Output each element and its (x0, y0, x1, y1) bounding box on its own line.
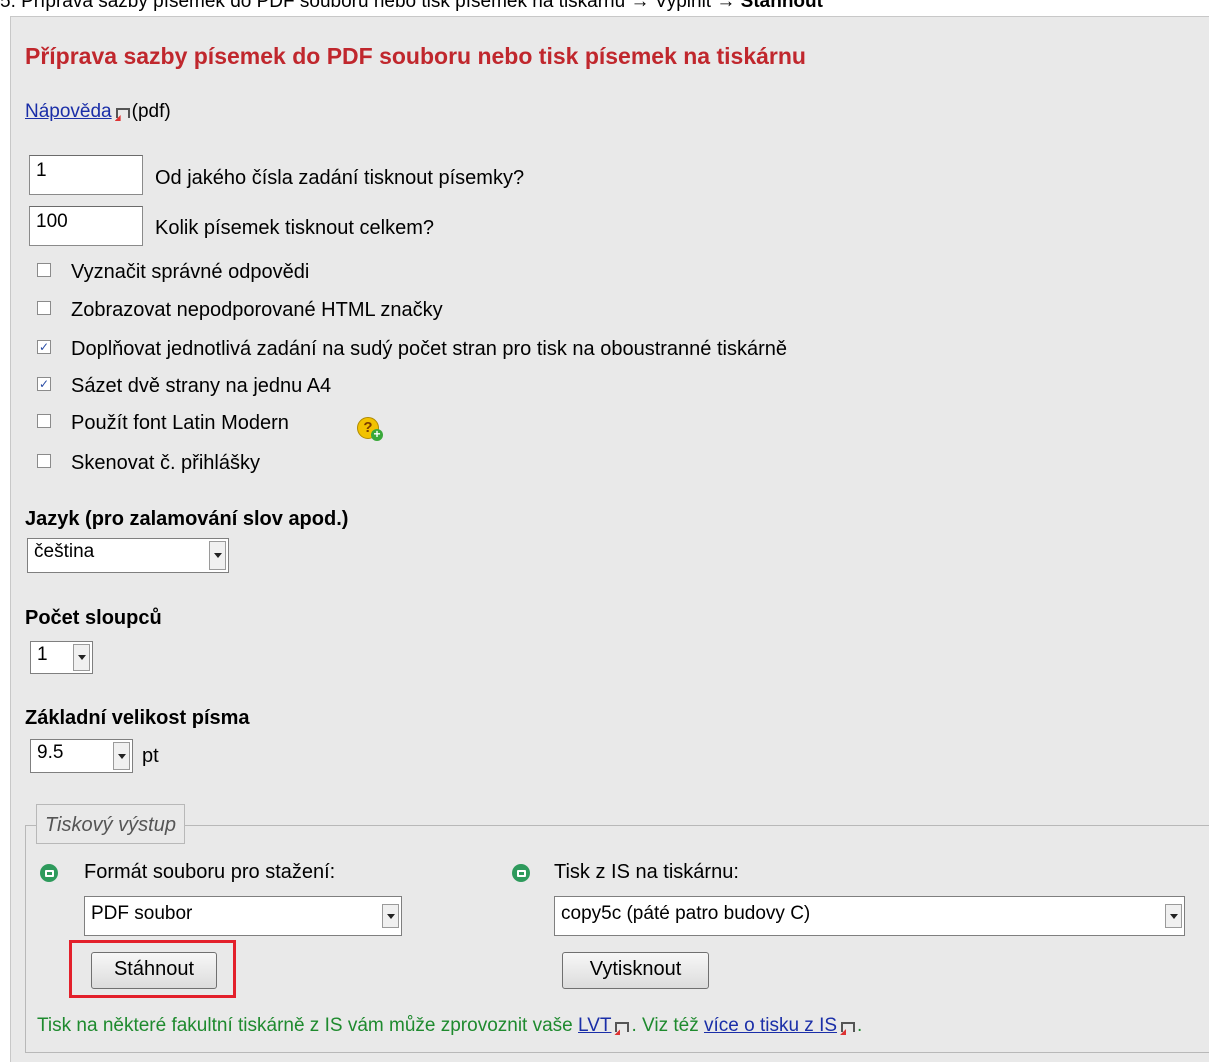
print-output-legend: Tiskový výstup (36, 804, 185, 844)
external-link-icon (615, 1022, 630, 1032)
help-suffix: (pdf) (131, 101, 171, 122)
note-text-3: . (857, 1015, 863, 1036)
printer-select[interactable]: copy5c (páté patro budovy C) (554, 896, 1185, 936)
help-line: Nápověda (pdf) (25, 101, 171, 123)
columns-label: Počet sloupců (25, 607, 162, 629)
language-select[interactable]: čeština (27, 538, 229, 573)
external-link-icon (841, 1022, 856, 1032)
columns-select[interactable]: 1 (30, 641, 93, 674)
chevron-down-icon (209, 541, 226, 570)
checkmark-icon: ✓ (38, 340, 50, 354)
help-link[interactable]: Nápověda (25, 101, 112, 122)
checkmark-icon: ✓ (38, 377, 50, 391)
caption-prefix: 5. Příprava sazby písemek do PDF souboru… (0, 0, 741, 11)
printer-icon (40, 864, 58, 882)
instruction-caption: 5. Příprava sazby písemek do PDF souboru… (0, 0, 1209, 11)
highlight-box (69, 940, 236, 998)
option-label-even-pages: Doplňovat jednotlivá zadání na sudý poče… (71, 338, 787, 360)
print-label: Tisk z IS na tiskárnu: (554, 861, 739, 883)
option-label-two-pages-a4: Sázet dvě strany na jednu A4 (71, 375, 332, 397)
language-label: Jazyk (pro zalamování slov apod.) (25, 508, 349, 530)
start-number-input[interactable]: 1 (29, 155, 143, 195)
download-format-label: Formát souboru pro stažení: (84, 861, 336, 883)
font-size-label: Základní velikost písma (25, 707, 250, 729)
chevron-down-icon (1165, 904, 1182, 928)
download-format-value: PDF soubor (91, 903, 193, 924)
checkbox-even-pages[interactable]: ✓ (37, 340, 51, 354)
print-button[interactable]: Vytisknout (562, 952, 709, 989)
language-value: čeština (34, 541, 95, 562)
option-label-show-html-tags: Zobrazovat nepodporované HTML značky (71, 299, 443, 321)
option-label-mark-correct: Vyznačit správné odpovědi (71, 261, 310, 283)
font-size-select[interactable]: 9.5 (30, 739, 133, 773)
download-format-select[interactable]: PDF soubor (84, 896, 402, 936)
start-number-label: Od jakého čísla zadání tisknout písemky? (155, 167, 525, 189)
option-label-latin-modern: Použít font Latin Modern (71, 412, 289, 434)
lvt-link[interactable]: LVT (578, 1015, 611, 1036)
checkbox-show-html-tags[interactable] (37, 301, 51, 315)
caption-action: Stáhnout (740, 0, 823, 11)
checkbox-two-pages-a4[interactable]: ✓ (37, 377, 51, 391)
note-text-2: . Viz též (631, 1015, 704, 1036)
font-size-unit: pt (142, 745, 159, 767)
option-label-scan-application: Skenovat č. přihlášky (71, 452, 260, 474)
external-link-icon (115, 108, 130, 118)
checkbox-scan-application[interactable] (37, 454, 51, 468)
columns-value: 1 (37, 644, 48, 665)
note-text-1: Tisk na některé fakultní tiskárně z IS v… (37, 1015, 579, 1036)
font-size-value: 9.5 (37, 742, 64, 763)
chevron-down-icon (73, 644, 90, 671)
checkbox-mark-correct[interactable] (37, 263, 51, 277)
printer-value: copy5c (páté patro budovy C) (561, 903, 811, 924)
checkbox-latin-modern[interactable] (37, 414, 51, 428)
printer-icon (512, 864, 530, 882)
info-note: Tisk na některé fakultní tiskárně z IS v… (37, 1015, 862, 1037)
chevron-down-icon (382, 904, 399, 928)
plus-icon: + (371, 428, 383, 441)
count-label: Kolik písemek tisknout celkem? (155, 217, 435, 239)
page-title: Příprava sazby písemek do PDF souboru ne… (25, 43, 806, 69)
count-input[interactable]: 100 (29, 206, 143, 246)
chevron-down-icon (113, 742, 130, 770)
print-info-link[interactable]: více o tisku z IS (704, 1015, 837, 1036)
